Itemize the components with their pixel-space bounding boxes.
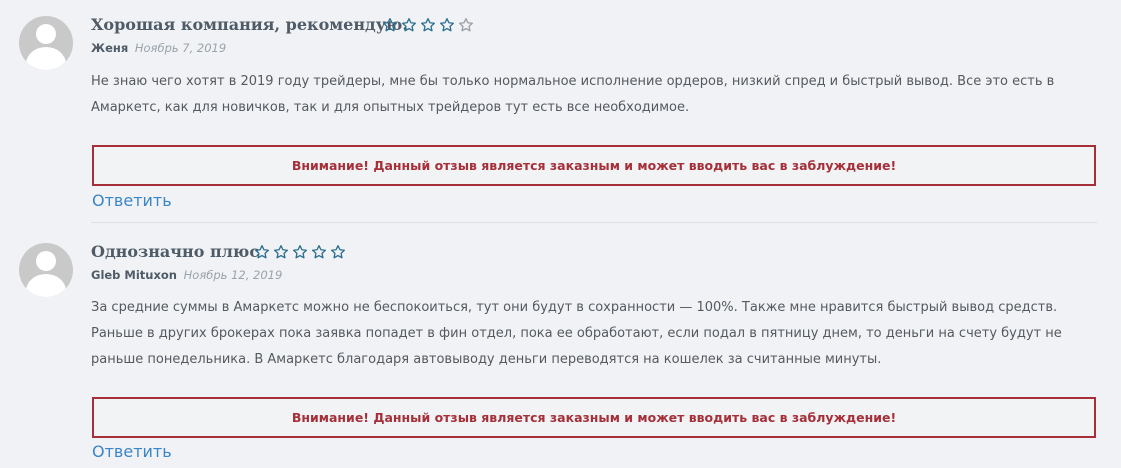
paid-review-warning: Внимание! Данный отзыв является заказным… <box>92 145 1096 186</box>
rating-stars <box>254 244 346 260</box>
review-date: Ноябрь 7, 2019 <box>134 41 227 55</box>
star-icon <box>255 245 269 259</box>
review-text: За средние суммы в Амаркетс можно не бес… <box>91 300 1062 367</box>
star-icon <box>421 18 435 32</box>
star-icon <box>312 245 326 259</box>
author-name: Gleb Mituxon <box>91 268 177 282</box>
star-icon <box>402 18 416 32</box>
review-divider <box>91 222 1097 223</box>
avatar <box>19 16 73 70</box>
avatar <box>19 243 73 297</box>
star-icon <box>331 245 345 259</box>
star-icon <box>383 18 397 32</box>
author-name: Женя <box>91 41 129 55</box>
review-title: Однозначно плюс <box>91 242 260 261</box>
paid-review-warning: Внимание! Данный отзыв является заказным… <box>92 397 1096 438</box>
rating-stars <box>382 17 474 33</box>
review-title: Хорошая компания, рекомендую. <box>91 15 408 34</box>
star-icon <box>293 245 307 259</box>
review-meta: Gleb Mituxon Ноябрь 12, 2019 <box>91 268 282 282</box>
star-icon <box>440 18 454 32</box>
reply-link[interactable]: Ответить <box>92 191 172 210</box>
star-icon <box>274 245 288 259</box>
review-meta: Женя Ноябрь 7, 2019 <box>91 41 226 55</box>
reply-link[interactable]: Ответить <box>92 442 172 461</box>
review-date: Ноябрь 12, 2019 <box>183 268 283 282</box>
star-icon <box>459 18 473 32</box>
review-text: Не знаю чего хотят в 2019 году трейдеры,… <box>91 74 1055 115</box>
